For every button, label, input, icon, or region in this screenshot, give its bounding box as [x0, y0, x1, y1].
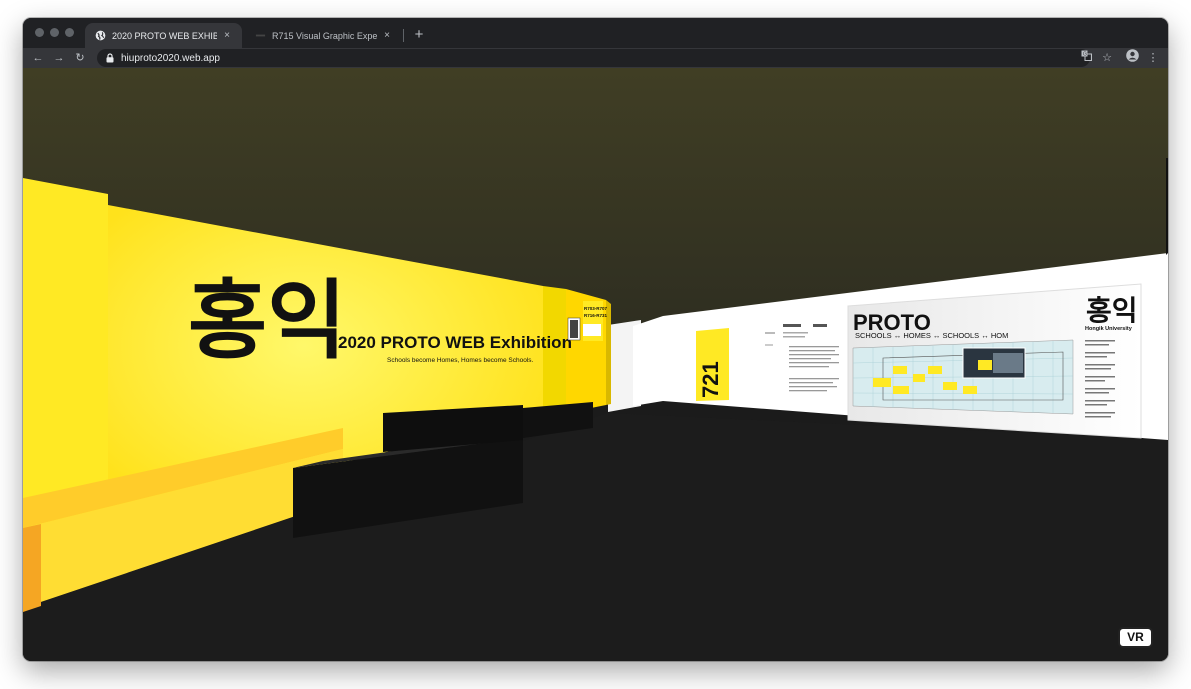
globe-icon — [95, 30, 106, 41]
close-window-button[interactable] — [35, 28, 44, 37]
zoom-window-button[interactable] — [65, 28, 74, 37]
back-wall-light — [633, 316, 663, 406]
poster-university: Hongik University — [1085, 326, 1133, 332]
hongik-logo: 홍익 — [188, 273, 346, 369]
lock-icon — [106, 53, 114, 63]
room-marker — [928, 366, 942, 374]
bookmark-star-icon[interactable]: ☆ — [1098, 49, 1116, 67]
right-corner-edge — [1166, 158, 1168, 255]
room-number: 721 — [698, 361, 723, 398]
counter-end — [23, 524, 41, 612]
exhibition-subtitle: Schools become Homes, Homes become Schoo… — [387, 357, 534, 364]
minimize-window-button[interactable] — [50, 28, 59, 37]
exhibition-3d-viewport[interactable]: 홍익 2020 PROTO WEB Exhibition Schools bec… — [23, 68, 1168, 661]
poster-render-image-detail — [993, 353, 1023, 373]
room-marker — [913, 374, 925, 382]
tab-proto-exhibition[interactable]: 2020 PROTO WEB EXHIBITION × — [85, 23, 242, 48]
tab-title: R715 Visual Graphic Experimen — [272, 30, 377, 41]
room-marker — [893, 386, 909, 394]
browser-toolbar: ← → ↻ hiuproto2020.web.app G ☆ ⋮ — [23, 48, 1168, 68]
side-panel-note — [583, 324, 601, 336]
address-bar[interactable]: hiuproto2020.web.app — [97, 49, 1090, 67]
tab-close-icon[interactable]: × — [381, 30, 393, 41]
menu-icon[interactable]: ⋮ — [1144, 49, 1162, 67]
new-tab-button[interactable]: + — [409, 25, 429, 45]
url-text: hiuproto2020.web.app — [121, 52, 220, 64]
tab-title: 2020 PROTO WEB EXHIBITION — [112, 30, 217, 41]
gallery-scene: 홍익 2020 PROTO WEB Exhibition Schools bec… — [23, 68, 1168, 661]
exhibition-title: 2020 PROTO WEB Exhibition — [338, 333, 572, 352]
side-panel-image-inner — [570, 320, 578, 338]
room-marker — [943, 382, 957, 390]
tab-r715-visual-graphic[interactable]: R715 Visual Graphic Experimen × — [245, 23, 402, 48]
room-marker — [893, 366, 907, 374]
svg-text:G: G — [1083, 52, 1087, 58]
reload-button[interactable]: ↻ — [71, 48, 89, 68]
poster-logo: 홍익 — [1086, 295, 1138, 326]
vr-button[interactable]: VR — [1118, 627, 1153, 648]
side-panel-room-list-2: R716-R731 — [584, 313, 608, 318]
poster-render-image-yellow — [978, 360, 992, 370]
back-button[interactable]: ← — [29, 48, 47, 68]
site-favicon-icon — [255, 34, 266, 37]
browser-window: 2020 PROTO WEB EXHIBITION × R715 Visual … — [23, 18, 1168, 661]
profile-icon[interactable] — [1123, 49, 1141, 67]
tab-divider — [403, 29, 404, 42]
room-marker — [963, 386, 977, 394]
side-panel-room-list: R703-R707 — [584, 306, 608, 311]
translate-icon[interactable]: G — [1077, 49, 1095, 67]
forward-button[interactable]: → — [50, 48, 68, 68]
tab-close-icon[interactable]: × — [221, 30, 233, 41]
room-marker — [873, 378, 891, 387]
poster-tagline: SCHOOLS ↔ HOMES ↔ SCHOOLS ↔ HOM — [855, 331, 1008, 340]
tab-strip: 2020 PROTO WEB EXHIBITION × R715 Visual … — [23, 18, 1168, 48]
